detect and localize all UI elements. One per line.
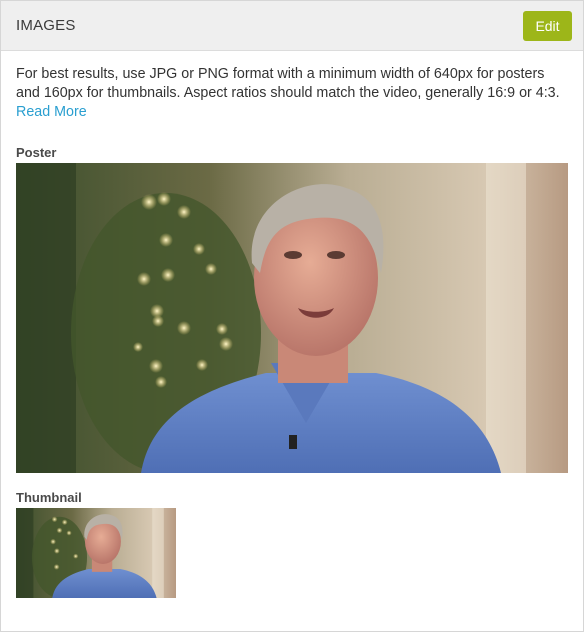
poster-image[interactable]	[16, 163, 568, 473]
panel-title: IMAGES	[16, 17, 76, 34]
poster-photo	[16, 163, 568, 473]
panel-body: For best results, use JPG or PNG format …	[1, 51, 583, 598]
help-text-body: For best results, use JPG or PNG format …	[16, 66, 560, 101]
images-panel: IMAGES Edit For best results, use JPG or…	[0, 0, 584, 632]
read-more-link[interactable]: Read More	[16, 104, 87, 120]
thumbnail-photo	[16, 508, 176, 598]
edit-button[interactable]: Edit	[523, 11, 572, 41]
thumbnail-image[interactable]	[16, 508, 176, 598]
help-text: For best results, use JPG or PNG format …	[16, 65, 568, 122]
panel-header: IMAGES Edit	[1, 1, 583, 51]
poster-label: Poster	[16, 145, 57, 160]
thumbnail-label: Thumbnail	[16, 490, 82, 505]
